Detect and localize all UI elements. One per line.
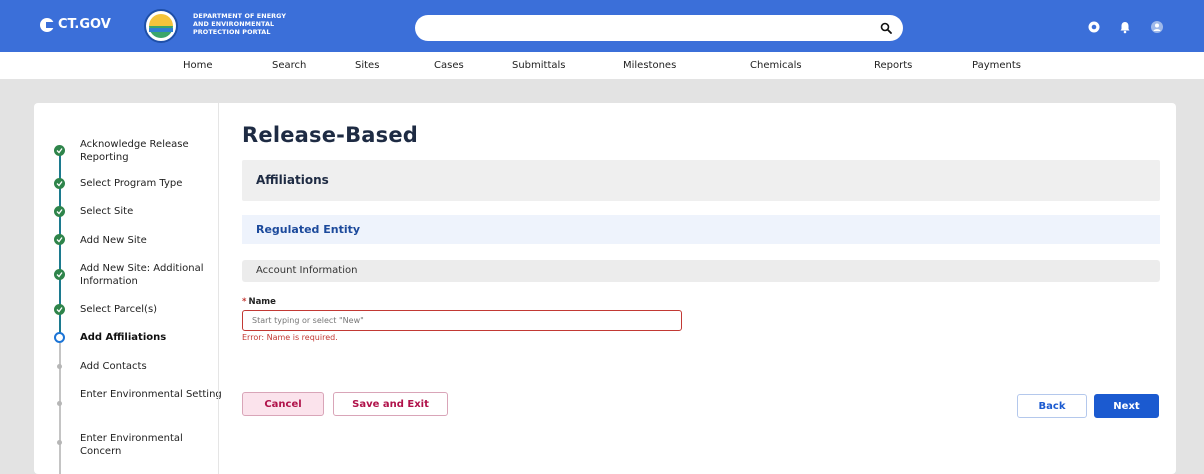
search-icon[interactable] (880, 22, 892, 34)
step-add-affiliations[interactable]: Add Affiliations (80, 331, 225, 344)
step-incomplete-icon (57, 364, 62, 369)
ct-gov-logo[interactable]: CT.GOV (40, 17, 111, 32)
step-complete-icon (54, 206, 65, 217)
deep-seal-icon (144, 9, 178, 43)
step-complete-icon (54, 269, 65, 280)
stepper-line-incomplete (59, 343, 61, 474)
section-affiliations: Affiliations (242, 160, 1160, 201)
step-add-contacts[interactable]: Add Contacts (80, 360, 225, 373)
bell-icon[interactable] (1118, 20, 1132, 34)
ct-logo-text: CT.GOV (58, 17, 111, 32)
step-current-icon (54, 332, 65, 343)
step-select-program-type[interactable]: Select Program Type (80, 177, 225, 190)
nav-milestones[interactable]: Milestones (623, 60, 676, 71)
top-header: CT.GOV DEPARTMENT OF ENERGY AND ENVIRONM… (0, 0, 1204, 52)
step-add-new-site[interactable]: Add New Site (80, 234, 225, 247)
name-input[interactable] (242, 310, 682, 331)
step-complete-icon (54, 145, 65, 156)
name-error-message: Error: Name is required. (242, 333, 338, 342)
section-account-information: Account Information (242, 260, 1160, 282)
stepper-divider (218, 103, 219, 474)
department-name: DEPARTMENT OF ENERGY AND ENVIRONMENTAL P… (193, 12, 287, 36)
step-select-site[interactable]: Select Site (80, 205, 225, 218)
next-button[interactable]: Next (1094, 394, 1159, 418)
global-search-input[interactable] (415, 15, 903, 41)
section-account-information-label: Account Information (256, 265, 358, 276)
section-affiliations-label: Affiliations (256, 173, 329, 187)
nav-reports[interactable]: Reports (874, 60, 912, 71)
step-incomplete-icon (57, 401, 62, 406)
section-regulated-entity: Regulated Entity (242, 215, 1160, 244)
step-complete-icon (54, 304, 65, 315)
main-nav: Home Search Sites Cases Submittals Miles… (0, 52, 1204, 79)
progress-stepper: Acknowledge Release Reporting Select Pro… (34, 103, 234, 474)
page-title: Release-Based (242, 123, 419, 147)
step-add-new-site-additional[interactable]: Add New Site: Additional Information (80, 262, 225, 288)
section-regulated-entity-label: Regulated Entity (256, 223, 361, 236)
nav-payments[interactable]: Payments (972, 60, 1021, 71)
step-incomplete-icon (57, 440, 62, 445)
cancel-button[interactable]: Cancel (242, 392, 324, 416)
main-card: Acknowledge Release Reporting Select Pro… (34, 103, 1176, 474)
nav-home[interactable]: Home (183, 60, 213, 71)
required-marker: * (242, 297, 247, 307)
help-icon[interactable] (1087, 20, 1101, 34)
ct-logo-icon (40, 17, 54, 32)
step-acknowledge-release[interactable]: Acknowledge Release Reporting (80, 138, 225, 164)
nav-chemicals[interactable]: Chemicals (750, 60, 802, 71)
step-enter-environmental-setting[interactable]: Enter Environmental Setting (80, 388, 225, 401)
step-enter-environmental-concern[interactable]: Enter Environmental Concern (80, 432, 225, 458)
name-field-label: * Name (242, 297, 276, 307)
step-complete-icon (54, 178, 65, 189)
user-avatar-icon[interactable] (1150, 20, 1164, 34)
save-and-exit-button[interactable]: Save and Exit (333, 392, 448, 416)
nav-cases[interactable]: Cases (434, 60, 464, 71)
step-complete-icon (54, 234, 65, 245)
step-select-parcels[interactable]: Select Parcel(s) (80, 303, 225, 316)
nav-sites[interactable]: Sites (355, 60, 379, 71)
nav-submittals[interactable]: Submittals (512, 60, 566, 71)
back-button[interactable]: Back (1017, 394, 1087, 418)
nav-search[interactable]: Search (272, 60, 306, 71)
